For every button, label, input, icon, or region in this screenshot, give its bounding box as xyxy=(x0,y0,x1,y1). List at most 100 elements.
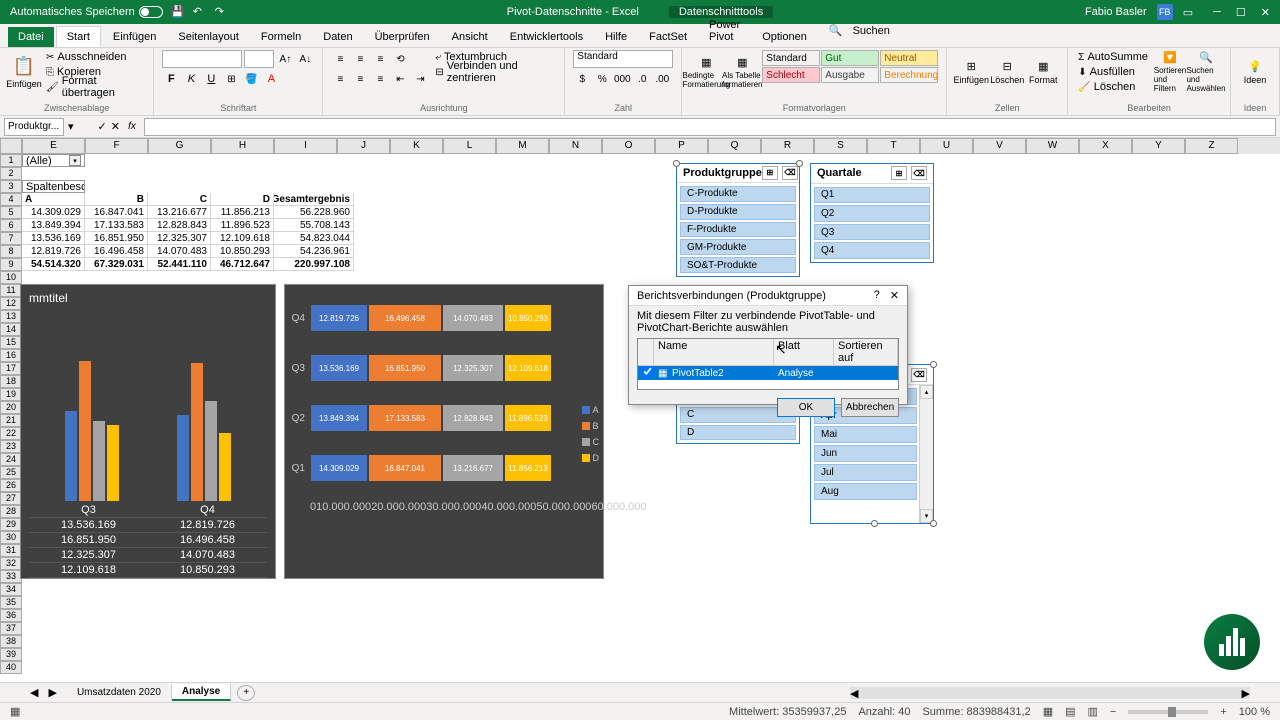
sort-filter-button[interactable]: 🔽Sortieren und Filtern xyxy=(1154,50,1186,94)
find-button[interactable]: 🔍Suchen und Auswählen xyxy=(1190,50,1222,94)
col-header[interactable]: I xyxy=(274,138,337,154)
row-header[interactable]: 17 xyxy=(0,362,22,375)
search-icon[interactable]: 🔍 xyxy=(829,24,843,37)
row-header[interactable]: 23 xyxy=(0,440,22,453)
pivot-table-row[interactable]: ▦ PivotTable2 Analyse xyxy=(638,366,898,380)
slicer-item[interactable]: Jun xyxy=(814,445,917,462)
data-cell[interactable]: 16.847.041 xyxy=(85,206,148,219)
col-header[interactable]: N xyxy=(549,138,602,154)
autosave-toggle[interactable]: Automatisches Speichern xyxy=(10,6,163,18)
increase-font-icon[interactable]: A↑ xyxy=(276,50,294,68)
row-header[interactable]: 38 xyxy=(0,635,22,648)
align-left-icon[interactable]: ≡ xyxy=(331,70,349,88)
clear-button[interactable]: 🧹 Löschen xyxy=(1076,80,1150,94)
data-cell[interactable]: 14.309.029 xyxy=(22,206,85,219)
filter-cell[interactable]: (Alle)▾ xyxy=(22,154,85,167)
format-painter-button[interactable]: 🖌 Format übertragen xyxy=(44,80,145,94)
italic-button[interactable]: K xyxy=(182,70,200,88)
slicer-item[interactable]: F-Produkte xyxy=(680,222,796,238)
slicer-item[interactable]: C-Produkte xyxy=(680,186,796,202)
data-cell[interactable]: 16.496.458 xyxy=(85,245,148,258)
column-header-cell[interactable]: Spaltenbesc▾ xyxy=(22,180,85,193)
slicer-item[interactable]: D xyxy=(680,425,796,441)
chevron-down-icon[interactable]: ▾ xyxy=(69,155,81,166)
col-header[interactable]: V xyxy=(973,138,1026,154)
row-header[interactable]: 37 xyxy=(0,622,22,635)
slicer-item[interactable]: Q3 xyxy=(814,224,930,241)
conditional-format-button[interactable]: ▦Bedingte Formatierung xyxy=(690,50,722,94)
col-header[interactable]: P xyxy=(655,138,708,154)
delete-cells-button[interactable]: ⊟Löschen xyxy=(991,50,1023,94)
slicer-produktgruppe[interactable]: Produktgruppe⊞⌫ C-ProdukteD-ProdukteF-Pr… xyxy=(676,163,800,277)
slicer-item[interactable]: Mai xyxy=(814,426,917,443)
row-header[interactable]: 33 xyxy=(0,570,22,583)
currency-icon[interactable]: $ xyxy=(573,70,591,88)
style-standard[interactable]: Standard xyxy=(762,50,820,66)
zoom-level[interactable]: 100 % xyxy=(1239,706,1270,718)
col-header[interactable]: L xyxy=(443,138,496,154)
help-icon[interactable]: ? xyxy=(874,289,880,302)
data-cell[interactable]: 11.856.213 xyxy=(211,206,274,219)
fx-icon[interactable]: fx xyxy=(124,119,140,135)
save-icon[interactable]: 💾 xyxy=(171,5,185,19)
clear-filter-icon[interactable]: ⌫ xyxy=(911,368,927,382)
data-cell[interactable]: 54.823.044 xyxy=(274,232,354,245)
slicer-item[interactable]: Q2 xyxy=(814,205,930,222)
underline-button[interactable]: U xyxy=(202,70,220,88)
align-bottom-icon[interactable]: ≡ xyxy=(371,50,389,68)
stacked-bar-chart[interactable]: Q412.819.72616.496.45814.070.48310.850.2… xyxy=(284,284,604,579)
row-header[interactable]: 27 xyxy=(0,492,22,505)
row-header[interactable]: 6 xyxy=(0,219,22,232)
row-header[interactable]: 25 xyxy=(0,466,22,479)
row-header[interactable]: 28 xyxy=(0,505,22,518)
data-cell[interactable]: 54.514.320 xyxy=(22,258,85,271)
sheet-tab-analyse[interactable]: Analyse xyxy=(172,684,231,701)
row-header[interactable]: 15 xyxy=(0,336,22,349)
col-header[interactable]: S xyxy=(814,138,867,154)
row-header[interactable]: 26 xyxy=(0,479,22,492)
multiselect-icon[interactable]: ⊞ xyxy=(891,166,907,180)
cancel-button[interactable]: Abbrechen xyxy=(841,398,899,417)
number-format-select[interactable]: Standard xyxy=(573,50,673,68)
undo-icon[interactable]: ↶ xyxy=(193,5,207,19)
pivot-checkbox[interactable] xyxy=(642,366,653,377)
data-cell[interactable]: 13.536.169 xyxy=(22,232,85,245)
row-header[interactable]: 1 xyxy=(0,154,22,167)
row-header[interactable]: 29 xyxy=(0,518,22,531)
data-cell[interactable]: 56.228.960 xyxy=(274,206,354,219)
inc-decimal-icon[interactable]: .0 xyxy=(633,70,651,88)
select-all-corner[interactable] xyxy=(0,138,22,154)
col-header[interactable]: U xyxy=(920,138,973,154)
cut-button[interactable]: ✂ Ausschneiden xyxy=(44,50,145,64)
row-header[interactable]: 39 xyxy=(0,648,22,661)
data-cell[interactable]: 12.109.618 xyxy=(211,232,274,245)
row-header[interactable]: 14 xyxy=(0,323,22,336)
tab-ueberpruefen[interactable]: Überprüfen xyxy=(365,27,440,47)
formula-bar[interactable] xyxy=(144,118,1276,136)
row-header[interactable]: 34 xyxy=(0,583,22,596)
col-header[interactable]: O xyxy=(602,138,655,154)
data-cell[interactable]: 13.849.394 xyxy=(22,219,85,232)
close-icon[interactable]: ✕ xyxy=(890,289,899,302)
autosum-button[interactable]: Σ AutoSumme xyxy=(1076,50,1150,64)
align-top-icon[interactable]: ≡ xyxy=(331,50,349,68)
merge-button[interactable]: ⊟ Verbinden und zentrieren xyxy=(433,65,556,79)
col-header[interactable]: H xyxy=(211,138,274,154)
view-pagebreak-icon[interactable]: ▥ xyxy=(1088,705,1098,718)
tab-powerpivot[interactable]: Power Pivot xyxy=(699,15,750,47)
row-header[interactable]: 35 xyxy=(0,596,22,609)
tab-start[interactable]: Start xyxy=(56,26,101,47)
data-cell[interactable]: 13.216.677 xyxy=(148,206,211,219)
col-header[interactable]: K xyxy=(390,138,443,154)
ok-button[interactable]: OK xyxy=(777,398,835,417)
redo-icon[interactable]: ↷ xyxy=(215,5,229,19)
data-cell[interactable]: 220.997.108 xyxy=(274,258,354,271)
col-header[interactable]: Q xyxy=(708,138,761,154)
col-header[interactable]: G xyxy=(148,138,211,154)
slicer-item[interactable]: Jul xyxy=(814,464,917,481)
data-cell[interactable]: 11.896.523 xyxy=(211,219,274,232)
row-header[interactable]: 7 xyxy=(0,232,22,245)
col-header[interactable]: W xyxy=(1026,138,1079,154)
slicer-item[interactable]: SO&T-Produkte xyxy=(680,257,796,273)
indent-dec-icon[interactable]: ⇤ xyxy=(391,70,409,88)
